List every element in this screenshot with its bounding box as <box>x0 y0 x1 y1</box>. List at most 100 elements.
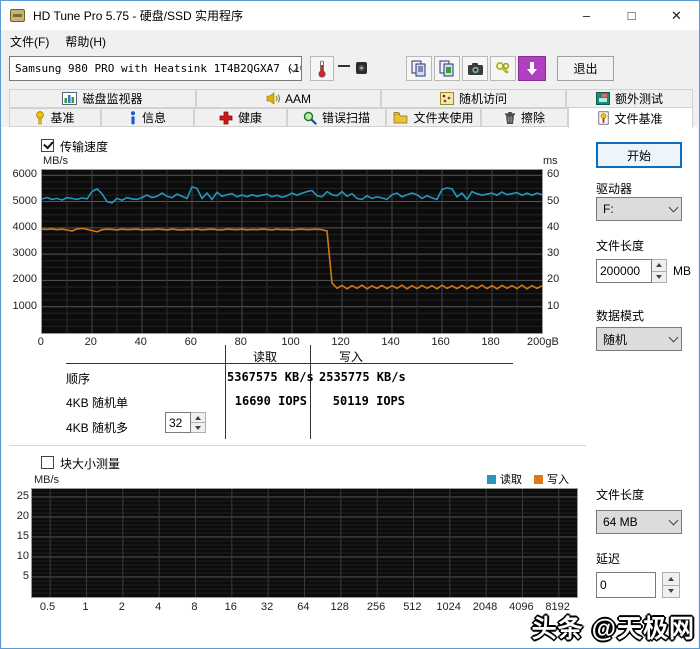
delay-value[interactable]: 0 <box>596 572 656 598</box>
data-mode-dropdown-value: 随机 <box>603 332 628 347</box>
copy-text-button[interactable] <box>406 56 432 81</box>
menu-help[interactable]: 帮助(H) <box>58 31 113 52</box>
transfer-speed-label: 传输速度 <box>60 140 109 154</box>
down-arrow-icon <box>656 274 662 279</box>
down-arrow-icon <box>195 425 201 430</box>
drive-dropdown-value: F: <box>603 202 614 216</box>
tab-label: 擦除 <box>520 111 545 125</box>
chart1-ytick: 6000 <box>12 168 37 181</box>
row-sequential-label: 顺序 <box>66 372 91 386</box>
row-4kb-multi-label: 4KB 随机多 <box>66 421 129 435</box>
chart2-ytick: 5 <box>22 570 29 582</box>
disk-temp-icon <box>356 62 367 74</box>
chart1-ytick: 2000 <box>12 273 37 286</box>
chart1-xtick: 120 <box>331 336 350 348</box>
delay-spinner[interactable] <box>662 572 680 598</box>
chart1-xtick: 160 <box>431 336 450 348</box>
chart2-xtick: 2048 <box>472 601 498 613</box>
close-button[interactable]: ✕ <box>654 1 699 30</box>
copy-image-button[interactable] <box>434 56 460 81</box>
chart1-ytick: 3000 <box>12 247 37 260</box>
minimize-button[interactable]: – <box>564 1 609 30</box>
tab-label: 随机访问 <box>458 92 507 106</box>
maximize-button[interactable]: □ <box>609 1 654 30</box>
copy-image-icon <box>439 60 454 77</box>
tab-label: 信息 <box>141 111 166 125</box>
chart2-ytick: 25 <box>16 490 29 502</box>
chart1-xtick: 0 <box>37 336 44 348</box>
options-button[interactable] <box>490 56 516 81</box>
chart2-xtick: 4096 <box>509 601 534 613</box>
spinner-down-button[interactable] <box>663 584 679 597</box>
tab-extra-tests[interactable]: 额外测试 <box>566 89 693 108</box>
tab-label: 基准 <box>50 111 75 125</box>
read-legend-label: 读取 <box>500 474 522 486</box>
chart2-ytick: 15 <box>16 530 29 542</box>
spinner-up-button[interactable] <box>652 260 666 271</box>
tab-label: 磁盘监视器 <box>82 92 143 106</box>
chart1-ytick-right: 60 <box>547 168 560 181</box>
menu-file[interactable]: 文件(F) <box>3 31 56 52</box>
chart2-ytick: 10 <box>16 550 29 562</box>
up-arrow-icon <box>656 263 662 268</box>
file-length2-dropdown[interactable]: 64 MB <box>596 510 682 534</box>
chart2-xtick: 4 <box>155 601 162 613</box>
tab-erase[interactable]: 擦除 <box>481 108 568 127</box>
chevron-down-icon <box>668 332 679 343</box>
file-benchmark-icon <box>598 111 610 125</box>
menubar: 文件(F) 帮助(H) <box>1 30 699 52</box>
tab-aam[interactable]: AAM <box>196 89 381 108</box>
up-arrow-icon <box>195 415 201 420</box>
chart1-ytick: 1000 <box>12 299 37 312</box>
file-length2-label: 文件长度 <box>596 488 645 502</box>
disk-monitor-icon <box>62 92 78 105</box>
tab-label: AAM <box>284 91 311 106</box>
download-button[interactable] <box>518 56 546 81</box>
drive-dropdown[interactable]: F: <box>596 197 682 221</box>
tab-file-benchmark[interactable]: 文件基准 <box>568 107 693 128</box>
temperature-button[interactable] <box>310 56 334 81</box>
data-mode-dropdown[interactable]: 随机 <box>596 327 682 351</box>
tab-benchmark[interactable]: 基准 <box>9 108 101 127</box>
chart1-ytick-right: 50 <box>547 194 560 207</box>
legend-write: 写入 <box>534 471 569 487</box>
table-header-rule <box>66 363 513 364</box>
chart2-xtick: 8 <box>191 601 198 613</box>
tab-info[interactable]: 信息 <box>101 108 194 127</box>
spinner-down-button[interactable] <box>191 422 205 432</box>
drive-selector[interactable]: Samsung 980 PRO with Heatsink 1T4B2QGXA7… <box>9 56 302 81</box>
down-arrow-icon <box>527 62 537 75</box>
block-size-checkbox[interactable] <box>41 456 54 469</box>
queue-depth-spinner[interactable]: 32 <box>165 412 206 433</box>
camera-icon <box>467 62 483 75</box>
start-button[interactable]: 开始 <box>596 142 682 168</box>
tab-error-scan[interactable]: 错误扫描 <box>287 108 386 127</box>
tab-folder-usage[interactable]: 文件夹使用 <box>386 108 481 127</box>
tab-label: 健康 <box>237 111 262 125</box>
queue-depth-value[interactable]: 32 <box>165 412 191 433</box>
spinner-up-button[interactable] <box>663 573 679 585</box>
transfer-speed-checkbox[interactable] <box>41 139 54 152</box>
file-length-value[interactable]: 200000 <box>596 259 652 283</box>
row-4kb-single-label: 4KB 随机单 <box>66 396 129 410</box>
app-window: HD Tune Pro 5.75 - 硬盘/SSD 实用程序 – □ ✕ 文件(… <box>0 0 700 649</box>
info-icon <box>130 110 135 124</box>
chart1-ytick: 5000 <box>12 194 37 207</box>
chart2-xtick: 512 <box>403 601 422 613</box>
tab-label: 文件基准 <box>614 111 663 126</box>
file-length-unit: MB <box>673 264 691 278</box>
file-length-spinner[interactable]: 200000 <box>596 259 667 283</box>
spinner-up-button[interactable] <box>191 413 205 422</box>
chart1-ytick-right: 40 <box>547 220 560 233</box>
chart2-xtick: 2 <box>118 601 125 613</box>
tab-disk-monitor[interactable]: 磁盘监视器 <box>9 89 196 108</box>
table-divider <box>225 345 226 439</box>
tab-health[interactable]: 健康 <box>194 108 287 127</box>
screenshot-button[interactable] <box>462 56 488 81</box>
spinner-down-button[interactable] <box>652 270 666 282</box>
tab-random-access[interactable]: 随机访问 <box>381 89 566 108</box>
exit-button[interactable]: 退出 <box>557 56 614 81</box>
chevron-down-icon <box>668 202 679 213</box>
sequential-read-value: 5367575 KB/s <box>227 370 314 384</box>
chart1-xtick: 80 <box>234 336 247 348</box>
